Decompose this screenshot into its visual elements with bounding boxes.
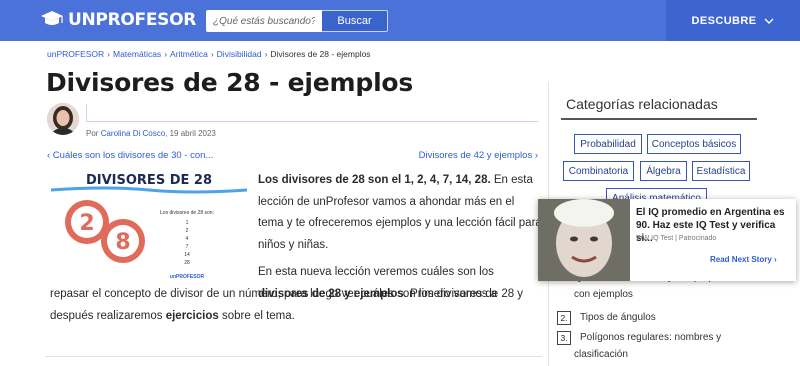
site-logo[interactable]: UNPROFESOR — [40, 10, 196, 30]
top-navigation-bar: UNPROFESOR Buscar DESCUBRE — [0, 0, 800, 41]
thumb-divisor-list: 1 2 4 7 14 28 — [184, 220, 190, 266]
search-button[interactable]: Buscar — [322, 10, 388, 32]
related-item-3-line2[interactable]: clasificación — [574, 347, 628, 363]
thumb-divisor-14: 14 — [184, 252, 190, 258]
breadcrumb-link-divisibilidad[interactable]: Divisibilidad — [217, 49, 262, 59]
tag-probabilidad[interactable]: Probabilidad — [574, 134, 642, 154]
ad-photo — [538, 199, 630, 281]
page-title: Divisores de 28 - ejemplos — [46, 68, 414, 97]
related-item-2-number: 2. — [557, 311, 571, 325]
tag-combinatoria[interactable]: Combinatoria — [563, 161, 634, 181]
next-article-link[interactable]: Divisores de 42 y ejemplos › — [419, 150, 538, 161]
thumb-brand: unPROFESOR — [170, 274, 205, 280]
sidebar-title-underline — [561, 118, 757, 120]
para3-b: sobre el tema. — [218, 309, 295, 322]
descubre-menu-button[interactable]: DESCUBRE — [666, 0, 800, 41]
second-paragraph-cont: repasar el concepto de divisor de un núm… — [50, 284, 542, 327]
related-item-2[interactable]: Tipos de ángulos — [580, 310, 656, 326]
content-divider — [45, 356, 542, 357]
tag-conceptos-basicos[interactable]: Conceptos básicos — [647, 134, 741, 154]
breadcrumb-current: Divisores de 28 - ejemplos — [270, 49, 371, 59]
thumb-divisor-2: 2 — [186, 228, 189, 234]
intro-bold: Los divisores de 28 son el 1, 2, 4, 7, 1… — [258, 174, 491, 186]
author-link[interactable]: Carolina Di Cosco — [101, 129, 165, 138]
sidebar-title: Categorías relacionadas — [566, 96, 718, 112]
publish-date: , 19 abril 2023 — [165, 129, 216, 138]
para3-bold: ejercicios — [165, 309, 219, 322]
author-divider — [86, 104, 538, 122]
para2-a: En esta nueva lección veremos cuáles son… — [258, 266, 494, 278]
tag-estadistica[interactable]: Estadística — [692, 161, 750, 181]
article-thumbnail: DIVISORES DE 28 2 8 Los divisores de 28 … — [47, 166, 251, 284]
tag-algebra[interactable]: Álgebra — [640, 161, 687, 181]
byline-prefix: Por — [86, 129, 99, 138]
byline: Por Carolina Di Cosco, 19 abril 2023 — [86, 129, 216, 138]
thumb-divisor-4: 4 — [186, 236, 189, 242]
previous-article-link[interactable]: ‹ Cuáles son los divisores de 30 - con..… — [47, 150, 213, 161]
related-item-1-line2[interactable]: con ejemplos — [574, 287, 633, 303]
thumb-digit-2: 2 — [79, 211, 94, 236]
intro-paragraph: Los divisores de 28 son el 1, 2, 4, 7, 1… — [258, 170, 542, 256]
chevron-down-icon — [764, 18, 774, 24]
search-input[interactable] — [206, 10, 322, 32]
thumb-divisor-1: 1 — [186, 220, 189, 226]
thumb-heading: DIVISORES DE 28 — [86, 173, 212, 188]
related-item-3-line1[interactable]: Polígonos regulares: nombres y — [580, 330, 721, 346]
breadcrumb-link-aritmetica[interactable]: Aritmética — [170, 49, 208, 59]
thumb-divisor-28: 28 — [184, 260, 190, 266]
thumb-divisor-7: 7 — [186, 244, 189, 250]
descubre-label: DESCUBRE — [691, 14, 757, 27]
breadcrumb: unPROFESOR › Matemáticas › Aritmética › Divisi… — [47, 49, 371, 59]
ad-source: WW IQ Test | Patrocinado — [636, 235, 717, 242]
thumbnail-graphic: DIVISORES DE 28 2 8 Los divisores de 28 … — [50, 173, 248, 280]
avatar-photo — [47, 103, 79, 135]
logo-text: UNPROFESOR — [68, 10, 197, 30]
ad-image — [538, 199, 630, 281]
author-avatar[interactable] — [47, 103, 79, 135]
thumb-digit-8: 8 — [115, 230, 130, 255]
thumb-list-title: Los divisores de 28 son: — [160, 210, 214, 216]
related-item-3-number: 3. — [557, 331, 571, 345]
sponsored-popup[interactable]: El IQ promedio en Argentina es 90. Haz e… — [538, 199, 796, 281]
search-form: Buscar — [206, 10, 388, 32]
read-next-story-link[interactable]: Read Next Story › — [710, 255, 777, 264]
breadcrumb-link-matematicas[interactable]: Matemáticas — [113, 49, 161, 59]
graduation-cap-icon — [41, 11, 63, 25]
breadcrumb-link-home[interactable]: unPROFESOR — [47, 49, 104, 59]
